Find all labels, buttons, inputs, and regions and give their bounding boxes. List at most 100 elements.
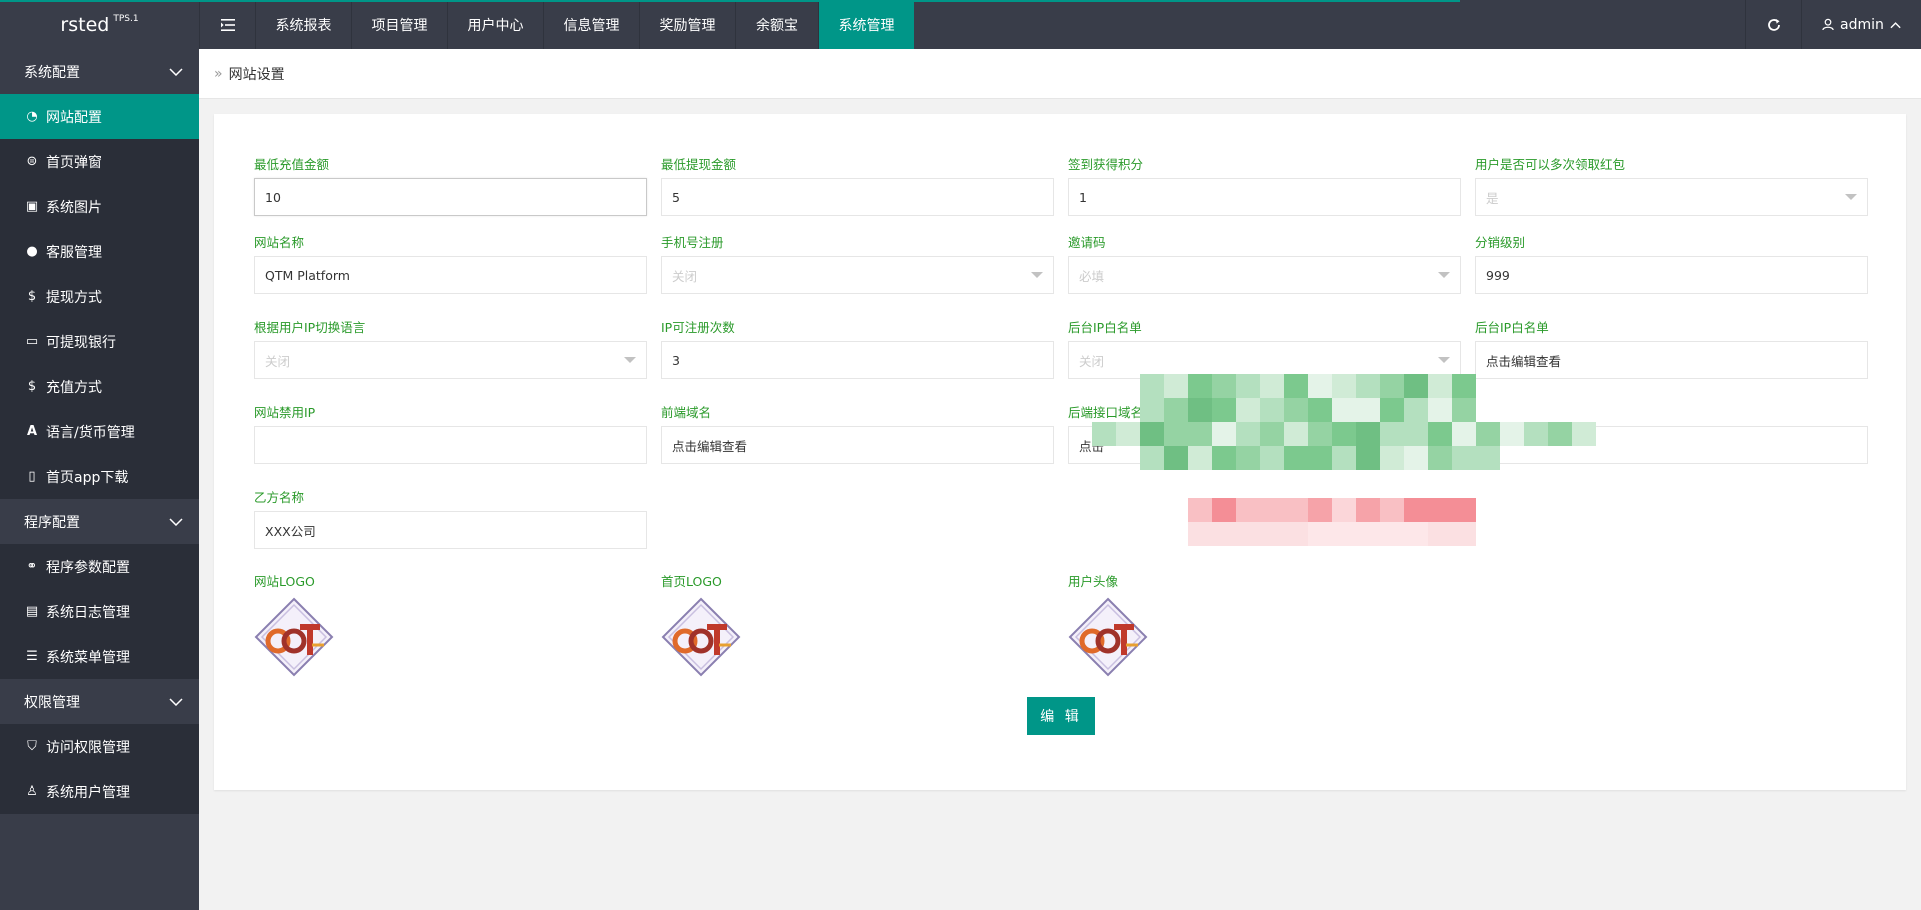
sidebar-group-system-config[interactable]: 系统配置: [0, 49, 199, 94]
mosaic-tile: [1140, 446, 1164, 470]
mosaic-tile: [1428, 446, 1452, 470]
mosaic-tile: [1164, 422, 1188, 446]
caret-down-icon: [624, 357, 636, 363]
mosaic-tile: [1212, 446, 1236, 470]
sidebar-group-label: 系统配置: [24, 64, 80, 81]
app-version: TPS.1: [113, 13, 139, 24]
dollar-icon: $: [27, 379, 37, 394]
mosaic-tile: [1380, 422, 1404, 446]
distribution-level-input[interactable]: 999: [1475, 256, 1868, 294]
mosaic-tile: [1428, 422, 1452, 446]
mosaic-tile: [1308, 374, 1332, 398]
refresh-button[interactable]: [1745, 0, 1801, 49]
nav-tab-reports[interactable]: 系统报表: [255, 0, 351, 49]
field-label: 邀请码: [1068, 235, 1106, 250]
phone-register-select[interactable]: 关闭: [661, 256, 1054, 294]
app-name: rsted: [60, 13, 110, 36]
user-icon: [1822, 18, 1834, 31]
top-right-actions: admin: [1745, 0, 1921, 49]
sidebar-item-program-params[interactable]: ⚭ 程序参数配置: [0, 544, 199, 589]
ip-language-field: 根据用户IP切换语言 关闭: [254, 319, 647, 379]
invite-code-field: 邀请码 必填: [1068, 234, 1461, 294]
min-recharge-input[interactable]: 10: [254, 178, 647, 216]
mosaic-tile: [1284, 498, 1308, 522]
mosaic-tile: [1356, 522, 1380, 546]
mosaic-tile: [1236, 398, 1260, 422]
mosaic-tile: [1380, 398, 1404, 422]
field-label: 用户是否可以多次领取红包: [1475, 157, 1626, 172]
sidebar-item-system-logs[interactable]: ▤ 系统日志管理: [0, 589, 199, 634]
mosaic-tile: [1452, 446, 1476, 470]
home-logo-image[interactable]: [661, 597, 741, 677]
chevron-down-icon: [169, 517, 183, 526]
min-withdraw-input[interactable]: 5: [661, 178, 1054, 216]
site-logo-image[interactable]: [254, 597, 334, 677]
nav-tab-system[interactable]: 系统管理: [818, 0, 914, 49]
nav-tab-projects[interactable]: 项目管理: [351, 0, 447, 49]
user-avatar-field: 用户头像: [1068, 573, 1148, 681]
site-name-input[interactable]: QTM Platform: [254, 256, 647, 294]
user-menu[interactable]: admin: [1801, 0, 1921, 49]
banned-ip-input[interactable]: [254, 426, 647, 464]
sidebar-item-system-menus[interactable]: ☰ 系统菜单管理: [0, 634, 199, 679]
mosaic-tile: [1404, 398, 1428, 422]
mosaic-tile: [1140, 398, 1164, 422]
mosaic-tile: [1164, 446, 1188, 470]
sidebar-item-recharge-methods[interactable]: $ 充值方式: [0, 364, 199, 409]
mosaic-tile: [1260, 398, 1284, 422]
link-icon: ⚭: [26, 559, 38, 574]
mosaic-tile: [1524, 422, 1548, 446]
sidebar-item-home-popup[interactable]: ⊜ 首页弹窗: [0, 139, 199, 184]
field-label: 后台IP白名单: [1068, 320, 1142, 335]
signin-points-input[interactable]: 1: [1068, 178, 1461, 216]
sidebar-toggle-button[interactable]: [199, 0, 255, 49]
mosaic-tile: [1284, 398, 1308, 422]
double-chevron-right-icon: »: [214, 65, 223, 82]
party-b-name-input[interactable]: XXX公司: [254, 511, 647, 549]
multi-redpack-select[interactable]: 是: [1475, 178, 1868, 216]
mosaic-tile: [1308, 446, 1332, 470]
admin-ip-whitelist-view[interactable]: 点击编辑查看: [1475, 341, 1868, 379]
mosaic-tile: [1452, 498, 1476, 522]
card-icon: ▭: [25, 334, 39, 349]
sidebar-group-permissions[interactable]: 权限管理: [0, 679, 199, 724]
sidebar-item-language-currency[interactable]: A 语言/货币管理: [0, 409, 199, 454]
sidebar-item-customer-service[interactable]: ● 客服管理: [0, 229, 199, 274]
sidebar-item-withdraw-banks[interactable]: ▭ 可提现银行: [0, 319, 199, 364]
edit-button[interactable]: 编 辑: [1027, 697, 1095, 735]
nav-tab-yuebao[interactable]: 余额宝: [735, 0, 818, 49]
ip-language-select[interactable]: 关闭: [254, 341, 647, 379]
select-value: 关闭: [265, 353, 291, 369]
mosaic-tile: [1212, 398, 1236, 422]
mosaic-tile: [1140, 374, 1164, 398]
nav-tab-info[interactable]: 信息管理: [543, 0, 639, 49]
sidebar-item-app-download[interactable]: ▯ 首页app下载: [0, 454, 199, 499]
ip-register-count-input[interactable]: 3: [661, 341, 1054, 379]
sidebar-item-label: 系统用户管理: [46, 784, 130, 801]
frontend-domain-view[interactable]: 点击编辑查看: [661, 426, 1054, 464]
sidebar-item-label: 系统图片: [46, 199, 102, 216]
caret-down-icon: [1438, 357, 1450, 363]
field-label: 最低充值金额: [254, 157, 330, 172]
sidebar-item-access-permissions[interactable]: ⛉ 访问权限管理: [0, 724, 199, 769]
mosaic-tile: [1332, 422, 1356, 446]
field-label: 后台IP白名单: [1475, 320, 1549, 335]
field-label: 网站LOGO: [254, 574, 315, 589]
nav-tab-rewards[interactable]: 奖励管理: [639, 0, 735, 49]
user-avatar-image[interactable]: [1068, 597, 1148, 677]
popup-icon: ⊜: [26, 154, 38, 169]
sidebar-item-withdraw-methods[interactable]: $ 提现方式: [0, 274, 199, 319]
mosaic-tile: [1356, 398, 1380, 422]
app-logo[interactable]: rsted TPS.1: [0, 0, 199, 49]
shield-icon: ⛉: [27, 739, 37, 754]
mosaic-tile: [1236, 446, 1260, 470]
sidebar-item-site-config[interactable]: ◔ 网站配置: [0, 94, 199, 139]
sidebar-item-label: 首页弹窗: [46, 154, 102, 171]
invite-code-select[interactable]: 必填: [1068, 256, 1461, 294]
mosaic-tile: [1188, 398, 1212, 422]
nav-tab-users[interactable]: 用户中心: [447, 0, 543, 49]
sidebar-item-system-images[interactable]: ▣ 系统图片: [0, 184, 199, 229]
mosaic-tile: [1428, 498, 1452, 522]
sidebar-group-program-config[interactable]: 程序配置: [0, 499, 199, 544]
sidebar-item-system-users[interactable]: ♙ 系统用户管理: [0, 769, 199, 814]
